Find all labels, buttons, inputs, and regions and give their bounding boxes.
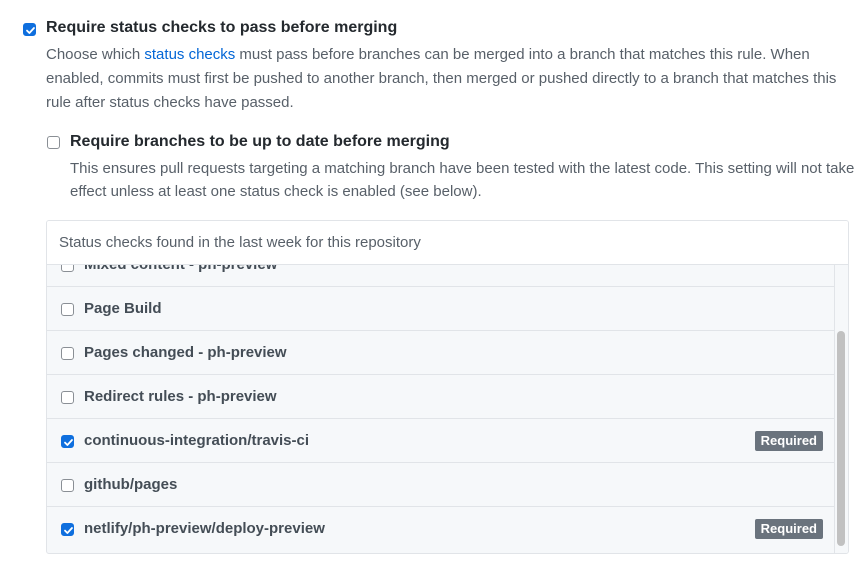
status-check-checkbox[interactable] [61, 435, 74, 448]
status-check-checkbox[interactable] [61, 265, 74, 272]
required-badge: Required [754, 519, 823, 539]
status-check-row[interactable]: github/pages [47, 463, 834, 507]
status-check-label: Page Build [84, 300, 162, 317]
require-status-checks-title[interactable]: Require status checks to pass before mer… [46, 19, 397, 37]
status-check-row[interactable]: netlify/ph-preview/deploy-preview Requir… [47, 507, 834, 551]
require-up-to-date-title[interactable]: Require branches to be up to date before… [70, 133, 450, 151]
status-check-row[interactable]: continuous-integration/travis-ci Require… [47, 419, 834, 463]
checkmark-icon [64, 439, 73, 446]
status-check-label: netlify/ph-preview/deploy-preview [84, 520, 325, 537]
checkmark-icon [64, 527, 73, 534]
scrollbar-thumb[interactable] [837, 331, 845, 546]
status-checks-list[interactable]: Mixed content - ph-preview Page Build Pa… [47, 265, 834, 553]
status-check-checkbox[interactable] [61, 303, 74, 316]
status-checks-link[interactable]: status checks [144, 46, 235, 63]
require-status-checks-checkbox[interactable] [23, 23, 36, 36]
require-up-to-date-checkbox[interactable] [47, 136, 60, 149]
status-check-checkbox[interactable] [61, 347, 74, 360]
status-check-row[interactable]: Pages changed - ph-preview [47, 331, 834, 375]
status-check-row[interactable]: Page Build [47, 287, 834, 331]
status-check-label: Pages changed - ph-preview [84, 344, 287, 361]
status-check-label: Mixed content - ph-preview [84, 265, 277, 273]
require-up-to-date-description: This ensures pull requests targeting a m… [70, 160, 855, 200]
status-check-row[interactable]: Redirect rules - ph-preview [47, 375, 834, 419]
status-check-row[interactable]: Mixed content - ph-preview [47, 265, 834, 287]
status-check-checkbox[interactable] [61, 391, 74, 404]
status-check-label: continuous-integration/travis-ci [84, 432, 310, 449]
status-checks-panel: Status checks found in the last week for… [46, 220, 849, 554]
checkmark-icon [26, 27, 35, 34]
status-check-label: github/pages [84, 476, 178, 493]
require-status-checks-description: Choose which status checks must pass bef… [46, 46, 837, 111]
required-badge: Required [754, 431, 823, 451]
status-check-label: Redirect rules - ph-preview [84, 388, 277, 405]
status-check-checkbox[interactable] [61, 523, 74, 536]
status-check-checkbox[interactable] [61, 479, 74, 492]
status-checks-panel-header: Status checks found in the last week for… [47, 221, 848, 265]
